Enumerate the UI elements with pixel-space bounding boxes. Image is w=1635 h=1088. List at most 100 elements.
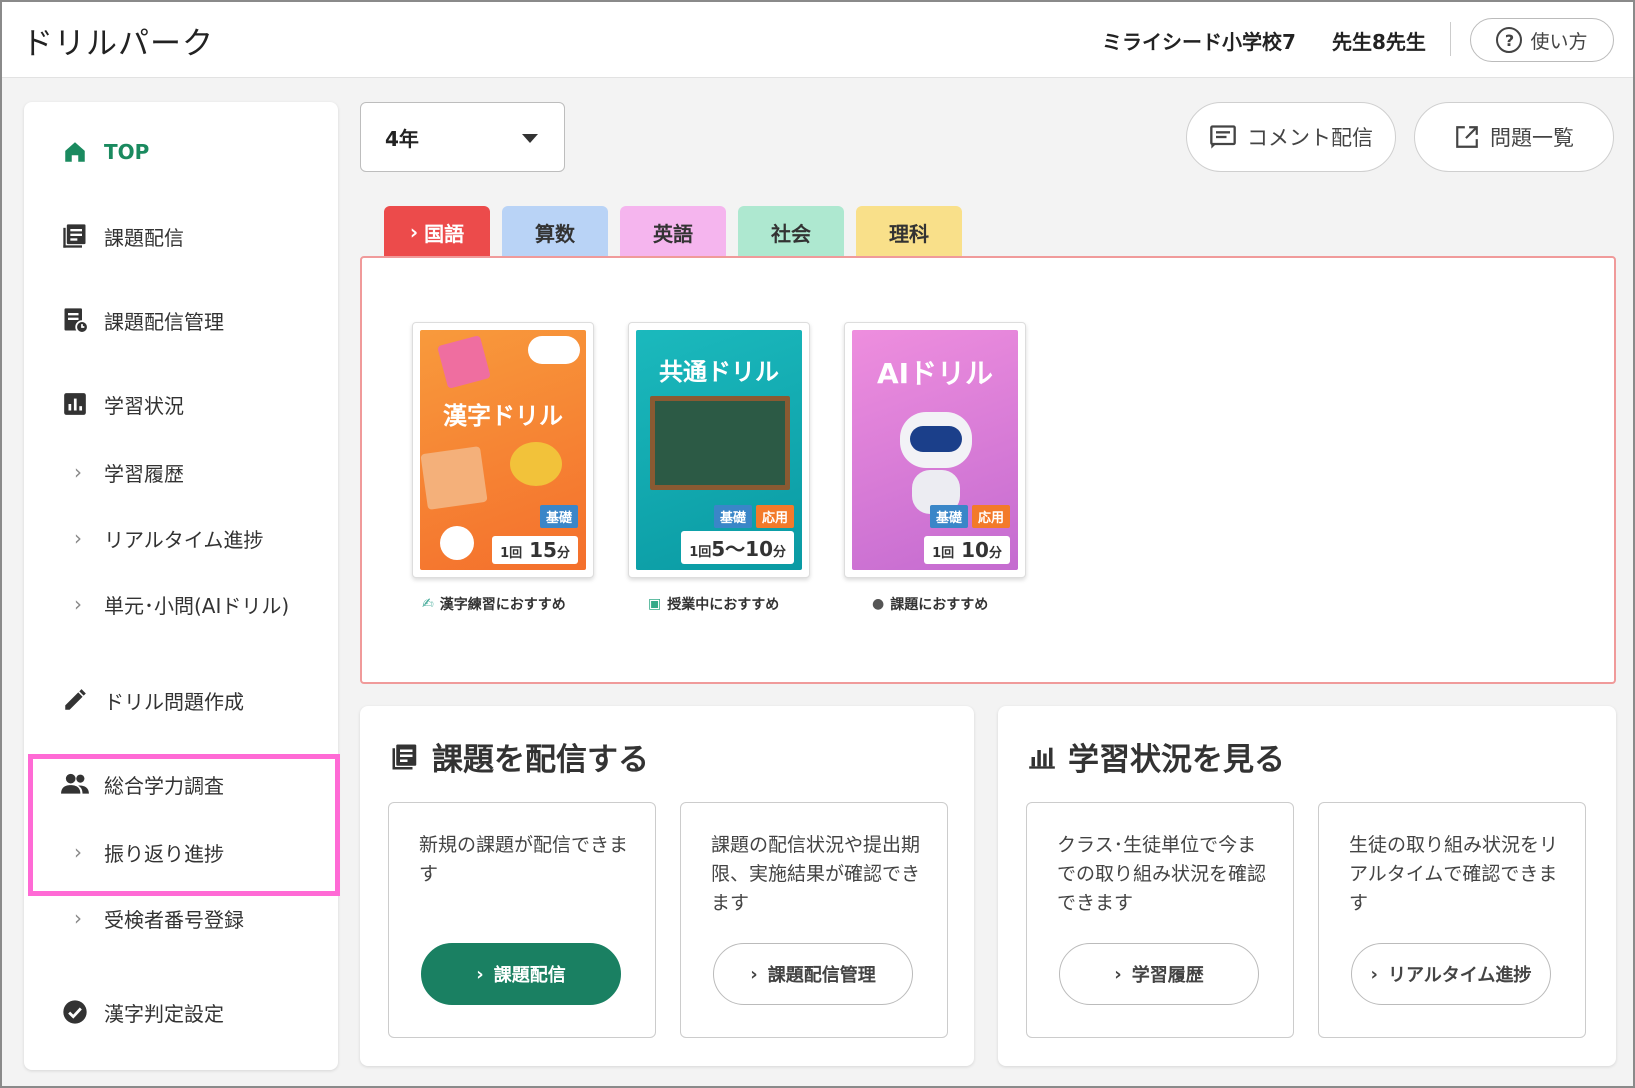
teacher-name: 先生8先生 [1332,30,1426,54]
sidebar-item-label: 学習履歴 [104,461,184,486]
assignment-icon [60,221,90,251]
drill-caption: ▣ 授業中におすすめ [648,594,779,614]
assignment-manage-icon [60,305,90,335]
drill-caption: ● 課題におすすめ [872,594,988,614]
kanji-drill-cover: 漢字ドリル 基礎 1回 15分 [420,330,586,570]
section-deliver-assignment: 課題を配信する 新規の課題が配信できます › 課題配信 課題の配信状況や提出期限… [360,706,974,1066]
time-value: 15 [529,538,557,562]
time-prefix: 1回 [500,546,523,561]
help-button[interactable]: ? 使い方 [1470,18,1614,62]
sidebar-item-label: 課題配信 [104,225,184,250]
tab-english[interactable]: 英語 [620,206,726,258]
flower-block-icon [437,335,491,389]
assignment-delivery-button[interactable]: › 課題配信 [421,943,621,1005]
realtime-progress-button[interactable]: › リアルタイム進捗 [1351,943,1551,1005]
common-drill-cover: 共通ドリル 基礎 応用 1回5〜10分 [636,330,802,570]
sidebar-item-learning-history[interactable]: › 学習履歴 [24,450,338,494]
badge-basic: 基礎 [713,505,752,528]
feature-desc: 生徒の取り組み状況をリアルタイムで確認できます [1349,834,1559,914]
app-title: ドリルパーク [22,26,214,62]
tab-label: 国語 [424,221,465,246]
pen-writing-icon: ✍ [422,596,434,612]
drill-card-common[interactable]: 共通ドリル 基礎 応用 1回5〜10分 [628,322,810,578]
problem-list-button[interactable]: 問題一覧 [1414,102,1614,172]
tab-label: 英語 [653,221,693,246]
caret-down-icon [522,134,538,143]
section-learning-status: 学習状況を見る クラス･生徒単位で今までの取り組み状況を確認できます › 学習履… [998,706,1616,1066]
badge-applied: 応用 [971,505,1010,528]
sidebar-item-label: 振り返り進捗 [104,841,224,866]
header-divider [1450,22,1451,56]
flower-icon [440,526,474,560]
drill-title: AIドリル [876,357,994,390]
time-unit: 分 [988,546,1002,561]
sidebar-item-kanji-judge[interactable]: 漢字判定設定 [24,990,338,1034]
chevron-right-icon: › [74,526,82,550]
sidebar-item-assignment-manage[interactable]: 課題配信管理 [24,298,338,342]
comment-delivery-label: コメント配信 [1247,126,1373,150]
assignment-manage-button[interactable]: › 課題配信管理 [713,943,913,1005]
bar-chart-icon [1029,747,1055,769]
tab-label: 社会 [771,221,811,246]
school-name: ミライシード小学校7 [1102,30,1296,54]
feature-card: クラス･生徒単位で今までの取り組み状況を確認できます › 学習履歴 [1026,802,1294,1038]
chevron-right-icon: › [74,592,82,616]
tab-math[interactable]: 算数 [502,206,608,258]
badge-basic: 基礎 [539,505,578,528]
header: ドリルパーク ミライシード小学校7 先生8先生 ? 使い方 [2,2,1633,78]
time-unit: 分 [556,546,570,561]
pencil-icon [60,685,90,715]
drill-caption: ✍ 漢字練習におすすめ [422,594,566,614]
help-label: 使い方 [1530,30,1588,53]
robot-icon: ● [872,596,885,612]
badges: 基礎 応用 [713,505,794,528]
button-label: 課題配信管理 [767,965,876,986]
sidebar-item-label: 単元･小問(AIドリル) [104,593,290,618]
tab-social[interactable]: 社会 [738,206,844,258]
section-title-text: 課題を配信する [432,742,649,778]
learning-history-button[interactable]: › 学習履歴 [1059,943,1259,1005]
drill-card-ai[interactable]: AIドリル 基礎 応用 1回 10分 [844,322,1026,578]
sidebar-item-label: 学習状況 [104,393,184,418]
button-label: 学習履歴 [1131,965,1204,986]
sidebar: TOP 課題配信 課題配信管理 学習状況 › 学習履歴 › リアルタイム進捗 ›… [24,102,338,1070]
feature-desc: クラス･生徒単位で今までの取り組み状況を確認できます [1057,834,1267,914]
tab-japanese[interactable]: › 国語 [384,206,490,258]
badge-applied: 応用 [755,505,794,528]
robot-head-icon [900,412,972,468]
comment-icon [1210,125,1236,149]
time-value: 10 [961,538,989,562]
sidebar-item-learning-status[interactable]: 学習状況 [24,382,338,426]
comment-delivery-button[interactable]: コメント配信 [1186,102,1396,172]
sidebar-item-assignment[interactable]: 課題配信 [24,214,338,258]
feature-card: 新規の課題が配信できます › 課題配信 [388,802,656,1038]
bar-chart-icon [60,389,90,419]
time-unit: 分 [772,545,786,560]
teacher-icon: ▣ [648,596,662,612]
sidebar-item-examinee-number[interactable]: › 受検者番号登録 [24,896,338,940]
time-prefix: 1回 [932,546,955,561]
grade-select[interactable]: 4年 [360,102,565,172]
feature-card: 生徒の取り組み状況をリアルタイムで確認できます › リアルタイム進捗 [1318,802,1586,1038]
sidebar-item-comprehensive-test[interactable]: 総合学力調査 [24,762,338,806]
sidebar-item-unit-question[interactable]: › 単元･小問(AIドリル) [24,582,338,626]
chalkboard-icon [650,396,790,490]
sidebar-item-label: ドリル問題作成 [104,689,244,714]
chevron-right-icon: › [1114,963,1122,985]
badges: 基礎 応用 [929,505,1010,528]
sidebar-item-realtime-progress[interactable]: › リアルタイム進捗 [24,516,338,560]
section-title: 学習状況を見る [1028,734,1285,779]
sidebar-item-review-progress[interactable]: › 振り返り進捗 [24,830,338,874]
rain-block-icon [420,446,488,510]
time-prefix: 1回 [689,545,712,560]
time-box: 1回 15分 [492,536,578,564]
sidebar-item-top[interactable]: TOP [24,130,338,174]
sidebar-item-label: リアルタイム進捗 [104,527,264,552]
sidebar-item-drill-create[interactable]: ドリル問題作成 [24,678,338,722]
chevron-right-icon: › [74,840,82,864]
feature-desc: 新規の課題が配信できます [419,834,629,885]
drill-card-kanji[interactable]: 漢字ドリル 基礎 1回 15分 [412,322,594,578]
chevron-right-icon: › [74,906,82,930]
feature-desc: 課題の配信状況や提出期限、実施結果が確認できます [711,834,921,914]
tab-science[interactable]: 理科 [856,206,962,258]
